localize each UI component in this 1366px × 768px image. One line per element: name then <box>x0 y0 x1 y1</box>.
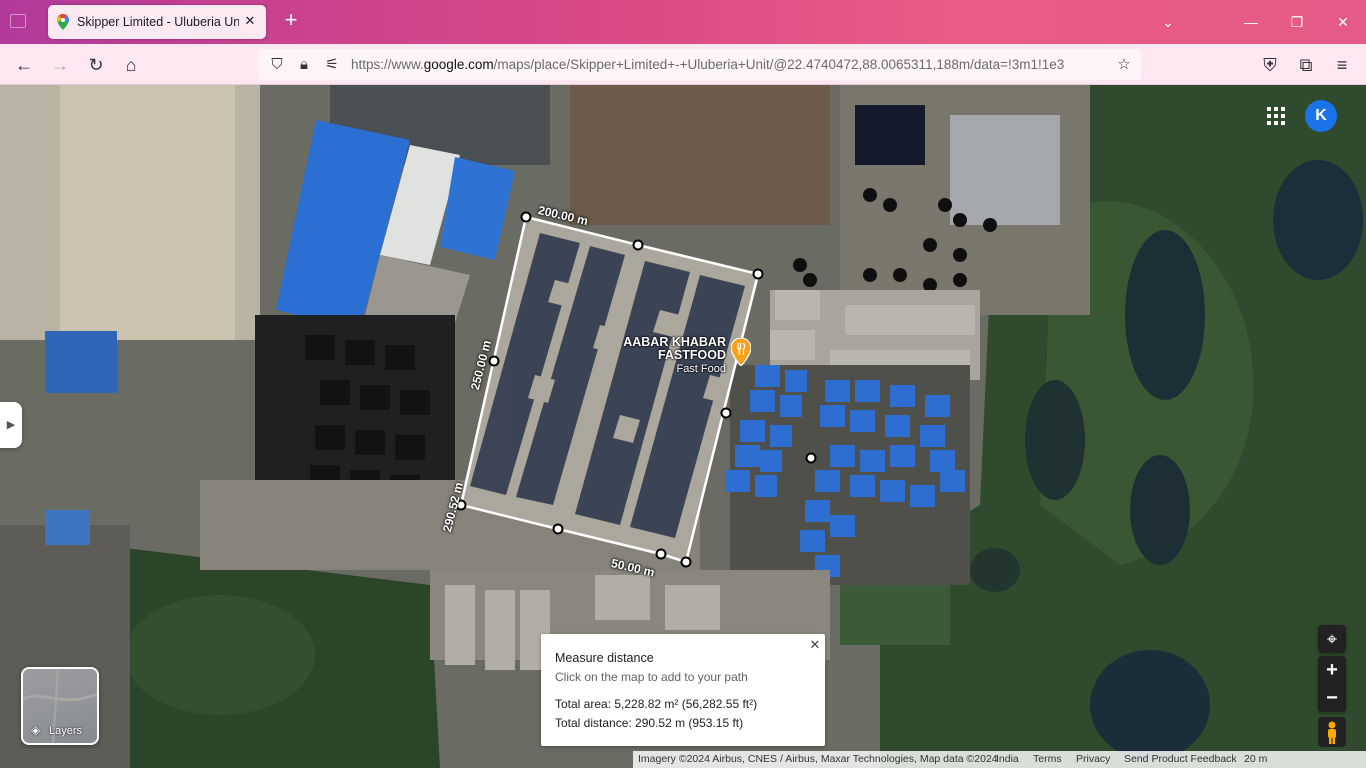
poi-label[interactable]: AABAR KHABAR FASTFOOD <box>610 336 726 362</box>
total-area: Total area: 5,228.82 m² (56,282.55 ft²) <box>555 697 758 711</box>
tab-overview-icon[interactable] <box>10 14 26 28</box>
region-link[interactable]: India <box>996 753 1019 765</box>
home-icon[interactable]: ⌂ <box>119 53 143 77</box>
url-host: google.com <box>423 57 494 72</box>
url-prefix: https://www. <box>351 57 424 72</box>
close-icon[interactable]: ✕ <box>806 636 824 654</box>
street-view-pegman-icon[interactable] <box>1318 717 1346 747</box>
tab-close-icon[interactable]: ✕ <box>240 11 260 31</box>
layers-button[interactable]: ◈ Layers <box>21 667 99 745</box>
scale-label[interactable]: 20 m <box>1244 753 1267 765</box>
shield-icon[interactable]: ⛉ <box>267 55 287 75</box>
back-icon[interactable]: ← <box>12 53 36 77</box>
poi-name-line2: FASTFOOD <box>657 348 726 362</box>
measure-distance-card: Measure distance Click on the map to add… <box>541 634 825 746</box>
satellite-map[interactable]: K ▶ AABAR KHABAR FASTFOOD Fast Food 200.… <box>0 85 1366 768</box>
bookmark-star-icon[interactable]: ☆ <box>1114 55 1134 75</box>
expand-side-panel-icon[interactable]: ▶ <box>0 402 22 448</box>
pocket-icon[interactable]: ⛨ <box>1258 53 1282 77</box>
extensions-icon[interactable]: ⧉ <box>1294 53 1318 77</box>
google-apps-grid-icon[interactable] <box>1264 104 1288 128</box>
tab-bar: Skipper Limited - Uluberia Unit ✕ + ⌄ — … <box>0 0 1366 44</box>
account-avatar[interactable]: K <box>1305 100 1337 132</box>
poi-category: Fast Food <box>676 363 726 375</box>
browser-window: Skipper Limited - Uluberia Unit ✕ + ⌄ — … <box>0 0 1366 768</box>
url-path: /maps/place/Skipper+Limited+-+Uluberia+U… <box>493 57 1065 72</box>
tab-list-chevron-icon[interactable]: ⌄ <box>1157 12 1179 32</box>
address-bar[interactable]: ⛉ 🔒︎ ⚟ https://www.google.com/maps/place… <box>258 49 1141 80</box>
measure-hint: Click on the map to add to your path <box>555 670 748 684</box>
zoom-in-button[interactable]: + <box>1318 656 1346 684</box>
pegman-figure <box>1328 721 1336 744</box>
permissions-icon[interactable]: ⚟ <box>322 55 342 75</box>
send-feedback-link[interactable]: Send Product Feedback <box>1124 753 1237 765</box>
terms-link[interactable]: Terms <box>1033 753 1062 765</box>
privacy-link[interactable]: Privacy <box>1076 753 1110 765</box>
lock-icon[interactable]: 🔒︎ <box>294 55 314 75</box>
url-text[interactable]: https://www.google.com/maps/place/Skippe… <box>351 57 1103 72</box>
zoom-controls: + − <box>1318 656 1346 712</box>
zoom-out-button[interactable]: − <box>1318 684 1346 712</box>
minimize-icon[interactable]: — <box>1240 12 1262 32</box>
tab-title: Skipper Limited - Uluberia Unit <box>77 15 239 29</box>
navigation-toolbar: ← → ↻ ⌂ ⛉ 🔒︎ ⚟ https://www.google.com/ma… <box>0 44 1366 85</box>
restore-icon[interactable]: ❐ <box>1286 12 1308 32</box>
tab-active[interactable]: Skipper Limited - Uluberia Unit ✕ <box>48 5 266 39</box>
map-footer: Imagery ©2024 Airbus, CNES / Airbus, Max… <box>633 751 1366 768</box>
layers-label: Layers <box>49 725 83 737</box>
menu-icon[interactable]: ≡ <box>1330 53 1354 77</box>
imagery-attribution: Imagery ©2024 Airbus, CNES / Airbus, Max… <box>638 753 998 765</box>
reload-icon[interactable]: ↻ <box>84 53 108 77</box>
my-location-icon[interactable]: ⌖ <box>1318 625 1346 653</box>
layers-icon: ◈ <box>31 723 41 737</box>
total-distance: Total distance: 290.52 m (953.15 ft) <box>555 716 744 730</box>
food-pin-icon[interactable] <box>731 338 751 366</box>
forward-icon[interactable]: → <box>48 53 72 77</box>
close-window-icon[interactable]: ✕ <box>1332 12 1354 32</box>
google-maps-favicon-icon <box>57 14 69 30</box>
new-tab-button[interactable]: + <box>280 9 302 32</box>
measure-title: Measure distance <box>555 651 654 665</box>
